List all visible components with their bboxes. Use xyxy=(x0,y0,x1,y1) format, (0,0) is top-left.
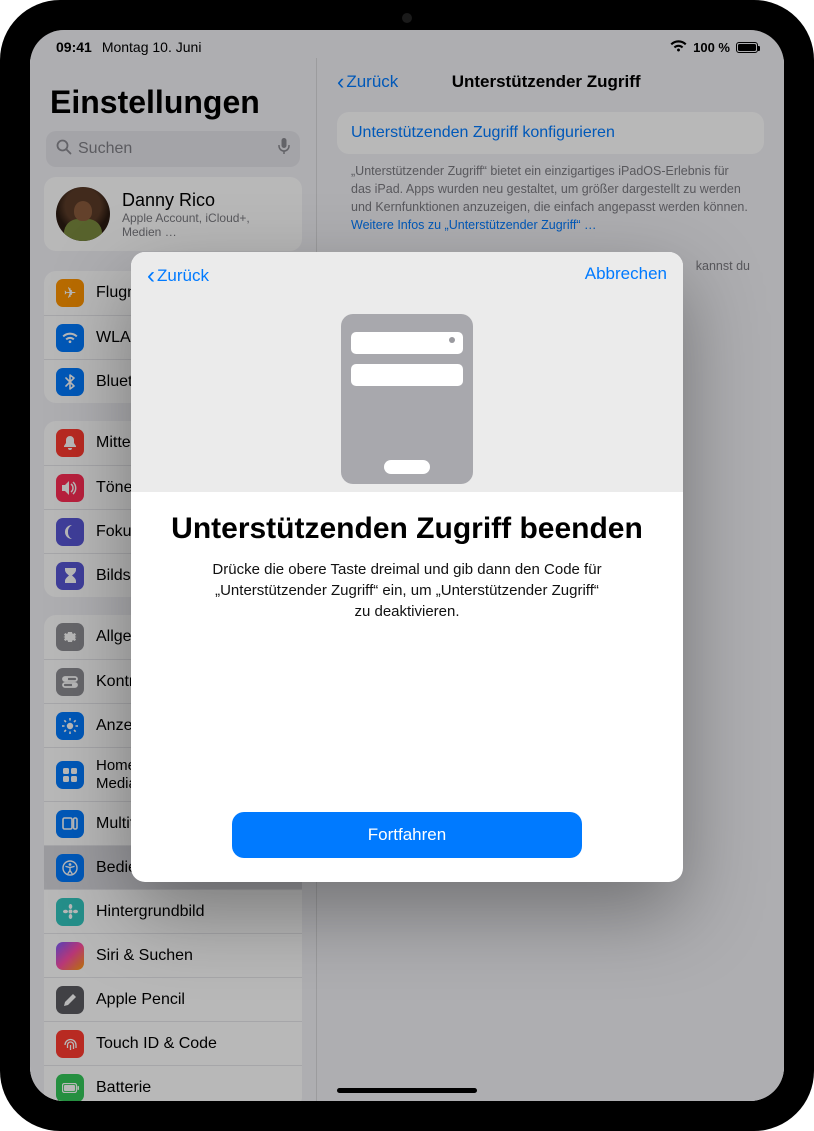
home-indicator[interactable] xyxy=(337,1088,477,1093)
sheet-cancel-button[interactable]: Abbrechen xyxy=(585,264,667,288)
chevron-left-icon: ‹ xyxy=(147,264,155,288)
exit-assistive-access-sheet: ‹ Zurück Abbrechen Unterstützenden Zugri… xyxy=(131,252,683,882)
sheet-title: Unterstützenden Zugriff beenden xyxy=(171,512,643,547)
screen: 09:41 Montag 10. Juni 100 % Einstellunge… xyxy=(30,30,784,1101)
sheet-description: Drücke die obere Taste dreimal und gib d… xyxy=(207,559,607,622)
ipad-device-frame: 09:41 Montag 10. Juni 100 % Einstellunge… xyxy=(0,0,814,1131)
continue-button[interactable]: Fortfahren xyxy=(232,812,582,858)
sheet-back-label: Zurück xyxy=(157,266,209,286)
sheet-back-button[interactable]: ‹ Zurück xyxy=(147,264,209,288)
sheet-illustration-area: ‹ Zurück Abbrechen xyxy=(131,252,683,492)
front-camera xyxy=(402,13,412,23)
device-illustration-icon xyxy=(341,314,473,484)
